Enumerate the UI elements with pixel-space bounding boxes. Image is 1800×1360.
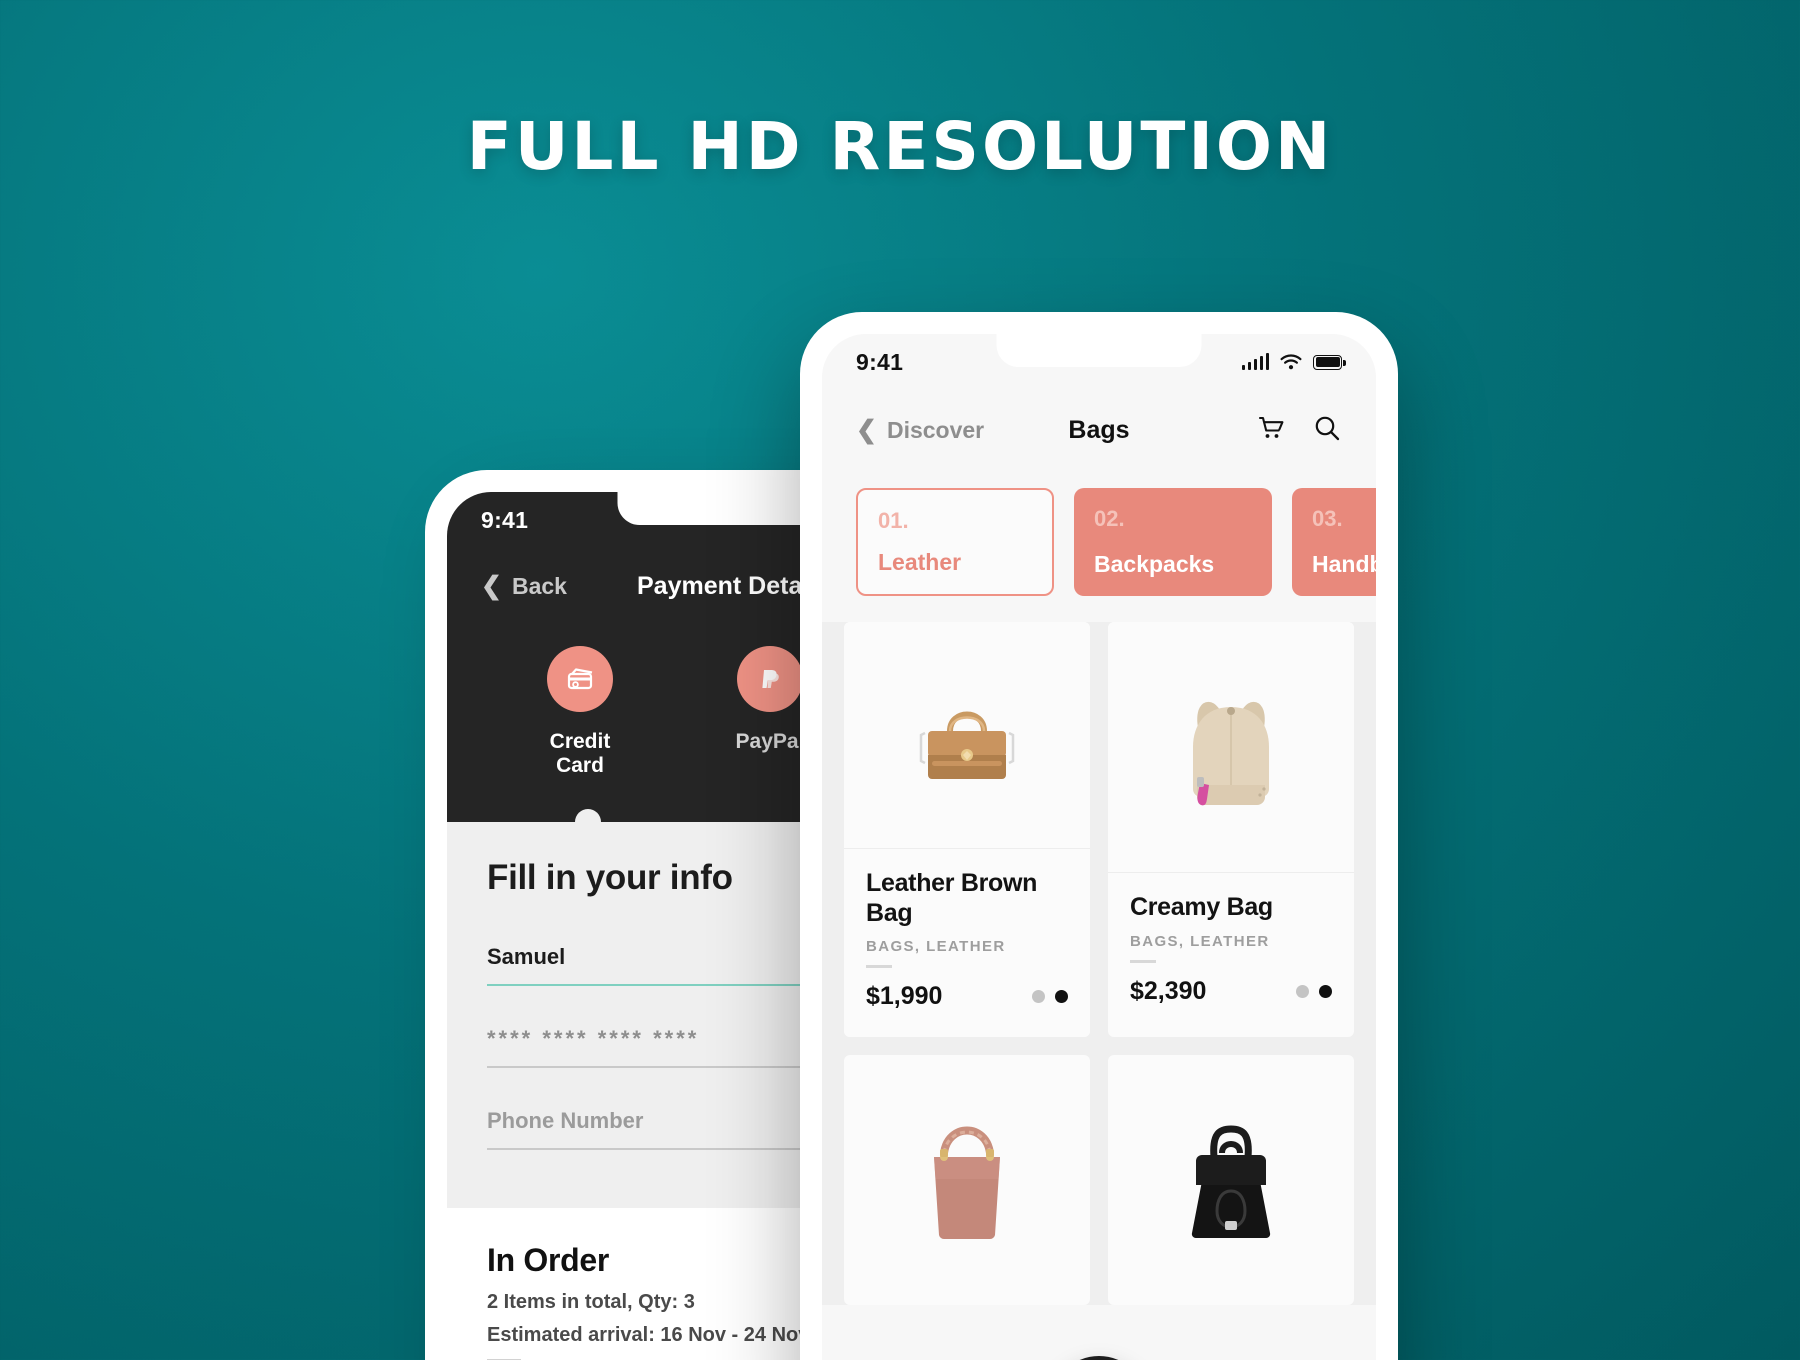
category-chips[interactable]: 01. Leather 02. Backpacks 03. Handbags (822, 470, 1376, 622)
product-image-rose-tote-bag (844, 1055, 1090, 1305)
payment-method-label: Credit Card (549, 730, 611, 777)
category-label: Leather (878, 549, 962, 575)
phone-notch (996, 334, 1202, 367)
category-number: 01. (878, 508, 909, 533)
category-chip-leather[interactable]: 01. Leather (856, 488, 1054, 596)
divider (866, 965, 892, 968)
product-category: BAGS, LEATHER (866, 938, 1006, 955)
status-time: 9:41 (481, 506, 529, 533)
product-title: Leather Brown Bag (866, 869, 1038, 927)
search-icon[interactable] (1312, 413, 1342, 448)
color-swatches[interactable] (1296, 984, 1332, 998)
phone-bags-catalog: 9:41 ❮ Discover Bags 01. Leather 02. Bac… (800, 312, 1398, 1360)
product-title: Creamy Bag (1130, 893, 1273, 921)
category-label: Backpacks (1094, 551, 1215, 577)
bags-screen: 9:41 ❮ Discover Bags 01. Leather 02. Bac… (822, 334, 1376, 1360)
battery-icon (1313, 354, 1346, 370)
product-info: Creamy Bag BAGS, LEATHER $2,390 (1108, 872, 1354, 1032)
navbar: ❮ Discover Bags (822, 390, 1376, 470)
product-category: BAGS, LEATHER (1130, 932, 1270, 950)
chevron-left-icon: ❮ (856, 415, 877, 444)
product-info: Leather Brown Bag BAGS, LEATHER $1,990 (844, 848, 1090, 1037)
product-card[interactable]: Leather Brown Bag BAGS, LEATHER $1,990 (844, 622, 1090, 1037)
chevron-left-icon: ❮ (481, 571, 502, 600)
swatch-grey[interactable] (1296, 984, 1309, 998)
product-footer: $1,990 (866, 982, 1068, 1011)
page-title: FULL HD RESOLUTION (466, 108, 1334, 185)
cart-icon[interactable] (1256, 413, 1286, 448)
product-image-cream-backpack (1108, 622, 1354, 872)
phone-notch (617, 492, 823, 525)
swatch-black[interactable] (1055, 990, 1068, 1003)
product-image-black-flap-backpack (1108, 1055, 1354, 1305)
credit-card-icon (547, 646, 613, 712)
product-price: $2,390 (1130, 976, 1207, 1005)
paypal-icon (737, 646, 803, 712)
nav-actions (1256, 413, 1342, 448)
product-price: $1,990 (866, 982, 943, 1010)
product-card[interactable] (1108, 1055, 1354, 1305)
back-label: Back (511, 572, 567, 599)
add-to-cart-fab[interactable] (1051, 1356, 1147, 1360)
product-footer: $2,390 (1130, 977, 1332, 1006)
category-number: 02. (1094, 506, 1125, 531)
tab-dot (575, 809, 601, 835)
signal-icon (1241, 353, 1269, 370)
category-number: 03. (1312, 506, 1343, 531)
product-image-brown-satchel-bag (844, 622, 1090, 848)
product-card[interactable]: Creamy Bag BAGS, LEATHER $2,390 (1108, 622, 1354, 1037)
swatch-black[interactable] (1319, 984, 1332, 998)
wifi-icon (1280, 349, 1302, 376)
swatch-grey[interactable] (1032, 990, 1045, 1003)
status-time: 9:41 (856, 348, 904, 375)
payment-method-credit-card[interactable]: Credit Card (525, 646, 635, 778)
category-chip-handbags[interactable]: 03. Handbags (1292, 488, 1376, 596)
category-chip-backpacks[interactable]: 02. Backpacks (1074, 488, 1272, 596)
product-grid: Leather Brown Bag BAGS, LEATHER $1,990 C… (822, 622, 1376, 1305)
category-label: Handbags (1312, 551, 1376, 577)
back-label: Discover (886, 416, 985, 443)
back-button[interactable]: ❮ Back (481, 573, 567, 600)
status-icons (1241, 349, 1346, 376)
product-card[interactable] (844, 1055, 1090, 1305)
color-swatches[interactable] (1032, 990, 1068, 1003)
divider (1130, 959, 1156, 963)
back-button[interactable]: ❮ Discover (856, 417, 984, 444)
